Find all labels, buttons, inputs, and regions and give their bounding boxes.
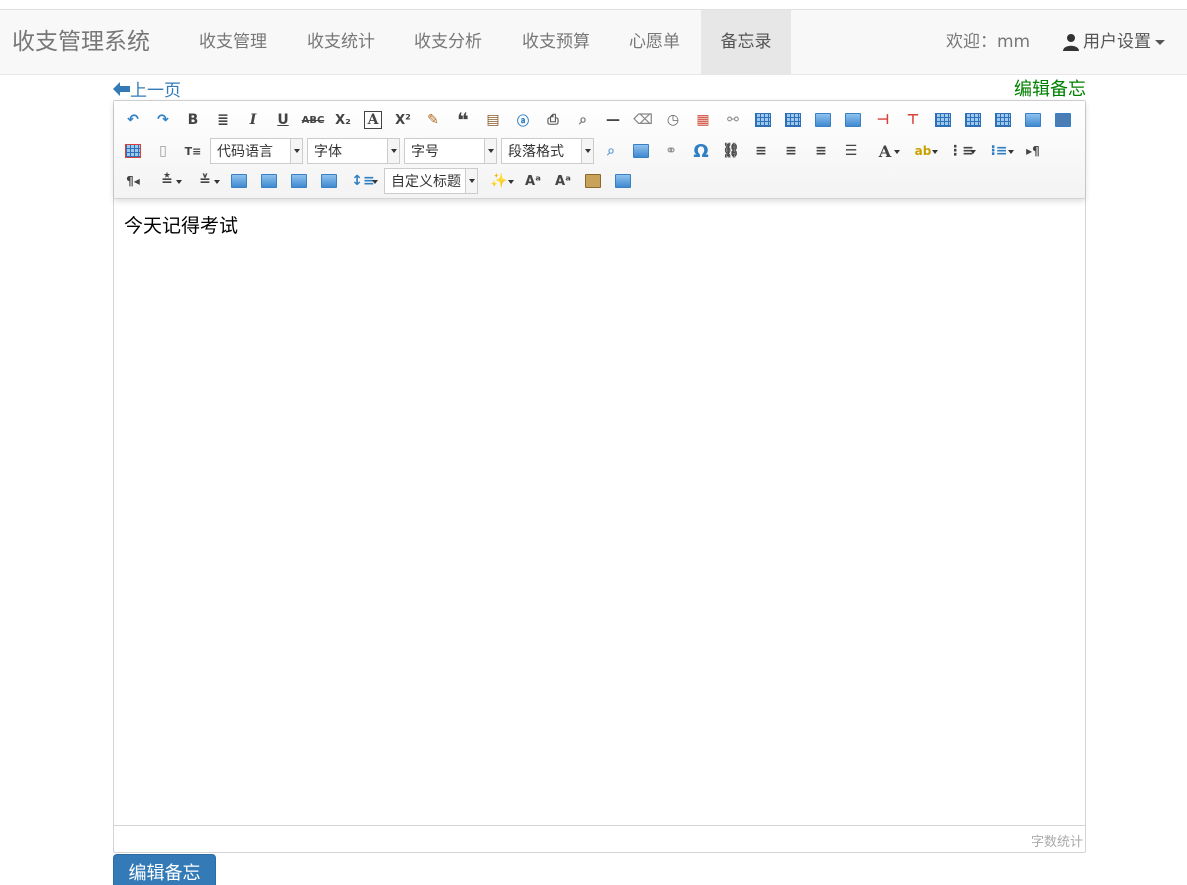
unordered-list-icon[interactable]: ⁝≡ bbox=[982, 139, 1016, 163]
underline-icon[interactable]: U bbox=[270, 108, 296, 132]
nav-memo[interactable]: 备忘录 bbox=[701, 10, 791, 74]
bold-icon[interactable]: B bbox=[180, 108, 206, 132]
navbar: 收支管理系统 收支管理 收支统计 收支分析 收支预算 心愿单 备忘录 欢迎：mm… bbox=[0, 10, 1187, 75]
new-document-icon[interactable]: ▯ bbox=[150, 139, 176, 163]
horizontal-rule-icon[interactable]: — bbox=[600, 108, 626, 132]
background-icon[interactable] bbox=[610, 169, 636, 193]
align-left-icon[interactable]: ≡ bbox=[748, 139, 774, 163]
indent-icon[interactable]: ≣ bbox=[210, 108, 236, 132]
word-count: 字数统计 bbox=[1030, 835, 1083, 850]
editor-toolbar: ↶ ↷ B ≣ I U ABC X₂ A X² ✎ ❝ ▤ ⓐ ⎙ ⌕ — ⌫ … bbox=[114, 101, 1085, 199]
row-spacing-bottom-icon[interactable]: ≚ bbox=[188, 169, 222, 193]
insert-table-icon[interactable] bbox=[120, 139, 146, 163]
nav-income-expense-budget[interactable]: 收支预算 bbox=[504, 10, 608, 74]
print-icon[interactable]: ⎙ bbox=[540, 108, 566, 132]
eraser-icon[interactable]: ⌫ bbox=[630, 108, 656, 132]
font-color-icon[interactable]: A bbox=[868, 139, 902, 163]
preview-icon[interactable]: ⌕ bbox=[570, 108, 596, 132]
user-settings-dropdown[interactable]: 用户设置 bbox=[1062, 10, 1165, 74]
back-link[interactable]: 上一页 bbox=[113, 76, 181, 101]
image-float-left-icon[interactable] bbox=[256, 169, 282, 193]
simplified-to-traditional-icon[interactable]: Aᵃ bbox=[520, 169, 546, 193]
submit-edit-memo-button[interactable]: 编辑备忘 bbox=[113, 854, 216, 885]
caret-down-icon bbox=[1155, 39, 1165, 45]
italic-icon[interactable]: I bbox=[240, 108, 266, 132]
split-columns-icon[interactable] bbox=[960, 108, 986, 132]
background-color-icon[interactable]: ab bbox=[906, 139, 940, 163]
insert-row-above-icon[interactable] bbox=[750, 108, 776, 132]
traditional-to-simplified-icon[interactable]: Aᵃ bbox=[550, 169, 576, 193]
align-justify-icon[interactable]: ☰ bbox=[838, 139, 864, 163]
delete-row-icon[interactable]: ⊤ bbox=[900, 108, 926, 132]
image-float-right-icon[interactable] bbox=[286, 169, 312, 193]
insert-column-left-icon[interactable] bbox=[780, 108, 806, 132]
merge-right-icon[interactable] bbox=[810, 108, 836, 132]
page-heading: 编辑备忘 bbox=[1014, 79, 1086, 100]
split-rows-icon[interactable] bbox=[930, 108, 956, 132]
nav-wishlist[interactable]: 心愿单 bbox=[611, 10, 698, 74]
nav-income-expense-analysis[interactable]: 收支分析 bbox=[396, 10, 500, 74]
image-center-icon[interactable] bbox=[316, 169, 342, 193]
find-icon[interactable]: ⛓ bbox=[718, 139, 744, 163]
split-cells-icon[interactable] bbox=[990, 108, 1016, 132]
image-float-none-icon[interactable] bbox=[226, 169, 252, 193]
nav-income-expense-statistics[interactable]: 收支统计 bbox=[289, 10, 393, 74]
font-size-select[interactable]: 字号 bbox=[404, 138, 497, 164]
blockquote-icon[interactable]: ❝ bbox=[450, 108, 476, 132]
strikethrough-icon[interactable]: ABC bbox=[300, 108, 326, 132]
select-all-icon[interactable]: ⓐ bbox=[510, 108, 536, 132]
template-icon[interactable] bbox=[580, 169, 606, 193]
ordered-list-icon[interactable]: ⋮≡ bbox=[944, 139, 978, 163]
link-icon[interactable]: ⚭ bbox=[658, 139, 684, 163]
nav-income-expense-management[interactable]: 收支管理 bbox=[181, 10, 285, 74]
paste-text-icon[interactable]: ▤ bbox=[480, 108, 506, 132]
insert-image-icon[interactable] bbox=[628, 139, 654, 163]
user-settings-label: 用户设置 bbox=[1083, 32, 1151, 52]
paragraph-format-select[interactable]: 段落格式 bbox=[501, 138, 594, 164]
insert-title-row-icon[interactable]: T≡ bbox=[180, 139, 206, 163]
search-replace-icon[interactable]: ⌕ bbox=[598, 139, 624, 163]
merge-down-icon[interactable] bbox=[840, 108, 866, 132]
align-right-icon[interactable]: ≡ bbox=[778, 139, 804, 163]
undo-icon[interactable]: ↶ bbox=[120, 108, 146, 132]
unlink-icon[interactable]: ⚯ bbox=[720, 108, 746, 132]
ltr-direction-icon[interactable]: ▸¶ bbox=[1020, 139, 1046, 163]
top-border bbox=[0, 0, 1187, 10]
delete-column-icon[interactable]: ⊣ bbox=[870, 108, 896, 132]
line-height-icon[interactable]: ↕≡ bbox=[346, 169, 380, 193]
superscript-icon[interactable]: X² bbox=[390, 108, 416, 132]
auto-format-icon[interactable]: ✨ bbox=[482, 169, 516, 193]
fullscreen-icon[interactable] bbox=[1050, 108, 1076, 132]
table-properties-icon[interactable] bbox=[1020, 108, 1046, 132]
time-icon[interactable]: ◷ bbox=[660, 108, 686, 132]
editor-statusbar: 字数统计 bbox=[114, 825, 1085, 852]
align-center-icon[interactable]: ≡ bbox=[808, 139, 834, 163]
row-spacing-top-icon[interactable]: ≛ bbox=[150, 169, 184, 193]
rich-text-editor: ↶ ↷ B ≣ I U ABC X₂ A X² ✎ ❝ ▤ ⓐ ⎙ ⌕ — ⌫ … bbox=[113, 100, 1086, 853]
arrow-left-icon bbox=[113, 81, 130, 96]
brand[interactable]: 收支管理系统 bbox=[12, 27, 150, 57]
user-icon bbox=[1063, 34, 1079, 51]
format-brush-icon[interactable]: ✎ bbox=[420, 108, 446, 132]
back-link-label: 上一页 bbox=[130, 81, 181, 101]
rtl-direction-icon[interactable]: ¶◂ bbox=[120, 169, 146, 193]
redo-icon[interactable]: ↷ bbox=[150, 108, 176, 132]
date-icon[interactable]: ▦ bbox=[690, 108, 716, 132]
special-char-icon[interactable]: Ω bbox=[688, 139, 714, 163]
subscript-icon[interactable]: X₂ bbox=[330, 108, 356, 132]
welcome-text: 欢迎：mm bbox=[946, 32, 1031, 52]
font-family-select[interactable]: 字体 bbox=[307, 138, 400, 164]
custom-title-select[interactable]: 自定义标题 bbox=[384, 168, 478, 194]
font-border-icon[interactable]: A bbox=[364, 111, 382, 129]
code-language-select[interactable]: 代码语言 bbox=[210, 138, 303, 164]
editor-content[interactable]: 今天记得考试 bbox=[124, 211, 238, 238]
